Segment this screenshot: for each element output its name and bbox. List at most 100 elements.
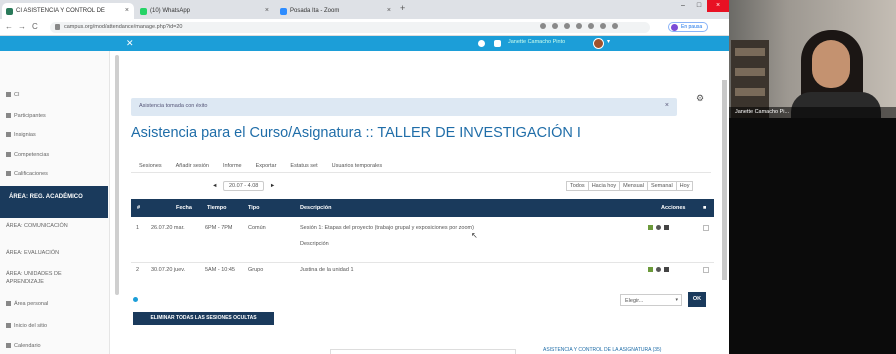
sidebar-item-unidades[interactable]: ÁREA: UNIDADES DE APRENDIZAJE <box>6 270 86 286</box>
tab-label: (10) WhatsApp <box>150 8 191 14</box>
take-attendance-icon[interactable] <box>656 225 661 230</box>
browser-tab-whatsapp[interactable]: (10) WhatsApp × <box>136 3 274 19</box>
col-actions: Acciones <box>661 205 686 211</box>
tab-temp-users[interactable]: Usuarios temporales <box>332 163 382 169</box>
browser-tab-attendance[interactable]: CI ASISTENCIA Y CONTROL DE × <box>2 3 134 19</box>
sidebar-item-grades[interactable]: Calificaciones <box>6 171 48 177</box>
back-icon[interactable]: ← <box>5 22 13 31</box>
date-range[interactable]: 20.07 - 4.08 <box>222 181 265 191</box>
site-navbar: ✕ Janette Camacho Pinto ▾ <box>0 36 729 51</box>
table-row: 1 26.07.20 mar. 6PM - 7PM Común Sesión 1… <box>131 225 714 259</box>
col-description: Descripción <box>300 205 332 211</box>
date-navigator: ◄ 20.07 - 4.08 ► <box>212 181 275 191</box>
row-checkbox[interactable] <box>703 267 709 273</box>
sessions-table: # Fecha Tiempo Tipo Descripción Acciones… <box>131 199 714 273</box>
extension-icon[interactable] <box>576 23 582 29</box>
lock-icon <box>55 24 60 30</box>
browser-window: CI ASISTENCIA Y CONTROL DE × (10) WhatsA… <box>0 0 729 354</box>
extension-icon[interactable] <box>588 23 594 29</box>
calendar-icon <box>6 343 11 349</box>
view-upcoming-button[interactable]: Hacia hoy <box>587 181 621 191</box>
sidebar-item-reg-academico[interactable]: ÁREA: REG. ACADÉMICO <box>0 186 108 218</box>
info-icon <box>133 297 138 302</box>
zoom-lens-icon[interactable] <box>540 23 546 29</box>
badge-icon <box>6 132 11 138</box>
webcam-video: Janette Camacho Pi... <box>729 0 896 118</box>
select-all-checkbox[interactable]: ■ <box>703 205 706 211</box>
row-checkbox[interactable] <box>703 225 709 231</box>
site-favicon-icon <box>6 8 13 15</box>
success-notice: Asistencia tomada con éxito × <box>131 98 677 116</box>
bulk-action-select[interactable]: Elegir... ▾ <box>620 294 682 306</box>
extension-icon[interactable] <box>600 23 606 29</box>
reload-icon[interactable]: C <box>32 22 38 31</box>
forward-icon[interactable]: → <box>18 22 26 31</box>
profile-button[interactable]: En pausa <box>668 22 708 32</box>
sidebar-item-participants[interactable]: Participantes <box>6 113 46 119</box>
sidebar-item-home[interactable]: Inicio del sitio <box>6 323 47 329</box>
gear-icon[interactable]: ⚙ <box>696 93 704 104</box>
view-filters: Todos Hacia hoy Mensual Semanal Hoy <box>566 181 694 191</box>
ok-button[interactable]: OK <box>688 292 706 307</box>
edit-icon[interactable] <box>648 225 653 230</box>
minimize-icon[interactable]: – <box>675 0 691 12</box>
sidebar-item-calendar[interactable]: Calendario <box>6 343 41 349</box>
close-tab-icon[interactable]: × <box>125 7 129 14</box>
check-icon <box>6 152 11 158</box>
tab-label: CI ASISTENCIA Y CONTROL DE <box>16 8 105 14</box>
maximize-icon[interactable]: □ <box>691 0 707 12</box>
puzzle-icon[interactable] <box>612 23 618 29</box>
person-face <box>812 40 850 88</box>
messages-icon[interactable] <box>494 40 501 47</box>
sidebar-item-badges[interactable]: Insignias <box>6 132 36 138</box>
sidebar-item-comunicacion[interactable]: ÁREA: COMUNICACIÓN <box>6 222 96 230</box>
sidebar-item-evaluacion[interactable]: ÁREA: EVALUACIÓN <box>6 250 59 256</box>
prev-period-icon[interactable]: ◄ <box>212 183 217 189</box>
close-window-icon[interactable]: × <box>707 0 729 12</box>
delete-icon[interactable] <box>664 267 669 272</box>
tab-report[interactable]: Informe <box>223 163 242 169</box>
divider <box>131 262 714 263</box>
view-monthly-button[interactable]: Mensual <box>619 181 648 191</box>
participant-name: Janette Camacho Pi... <box>729 107 896 118</box>
sidebar-item-dashboard[interactable]: Área personal <box>6 301 48 307</box>
next-period-icon[interactable]: ► <box>270 183 275 189</box>
tab-status-set[interactable]: Estatus set <box>290 163 317 169</box>
tab-add-session[interactable]: Añadir sesión <box>176 163 209 169</box>
view-today-button[interactable]: Hoy <box>675 181 694 191</box>
menu-toggle-icon[interactable]: ✕ <box>126 38 134 49</box>
address-bar-row: ← → C campus.org/mod/attendance/manage.p… <box>0 19 729 36</box>
new-tab-icon[interactable]: + <box>400 3 405 13</box>
col-number: # <box>137 205 141 211</box>
tab-export[interactable]: Exportar <box>256 163 277 169</box>
delete-hidden-sessions-button[interactable]: ELIMINAR TODAS LAS SESIONES OCULTAS <box>133 312 274 325</box>
delete-icon[interactable] <box>664 225 669 230</box>
close-notice-icon[interactable]: × <box>665 102 669 109</box>
dashboard-icon <box>6 301 11 307</box>
user-name[interactable]: Janette Camacho Pinto <box>508 39 565 45</box>
col-time: Tiempo <box>207 205 227 211</box>
close-tab-icon[interactable]: × <box>387 7 391 14</box>
whatsapp-icon <box>140 8 147 15</box>
browser-tab-zoom[interactable]: Posada Ita - Zoom × <box>276 3 396 19</box>
notifications-icon[interactable] <box>478 40 485 47</box>
footer-link[interactable]: ASISTENCIA Y CONTROL DE LA ASIGNATURA (3… <box>543 347 661 353</box>
url-text: campus.org/mod/attendance/manage.php?id=… <box>64 24 183 30</box>
view-weekly-button[interactable]: Semanal <box>646 181 677 191</box>
sidebar-item-competencies[interactable]: Competencias <box>6 152 49 158</box>
sidebar-scrollbar[interactable] <box>115 55 119 295</box>
sidebar-item-course[interactable]: CI <box>6 92 20 98</box>
star-icon[interactable] <box>552 23 558 29</box>
course-icon <box>6 92 11 98</box>
extension-icon[interactable] <box>564 23 570 29</box>
chevron-down-icon[interactable]: ▾ <box>607 38 610 45</box>
tab-sessions[interactable]: Sesiones <box>139 163 162 169</box>
zoom-icon <box>280 8 287 15</box>
empty-video-area <box>729 118 896 354</box>
view-all-button[interactable]: Todos <box>566 181 589 191</box>
take-attendance-icon[interactable] <box>656 267 661 272</box>
edit-icon[interactable] <box>648 267 653 272</box>
close-tab-icon[interactable]: × <box>265 7 269 14</box>
page-scrollbar[interactable] <box>722 80 727 280</box>
avatar[interactable] <box>593 38 604 49</box>
